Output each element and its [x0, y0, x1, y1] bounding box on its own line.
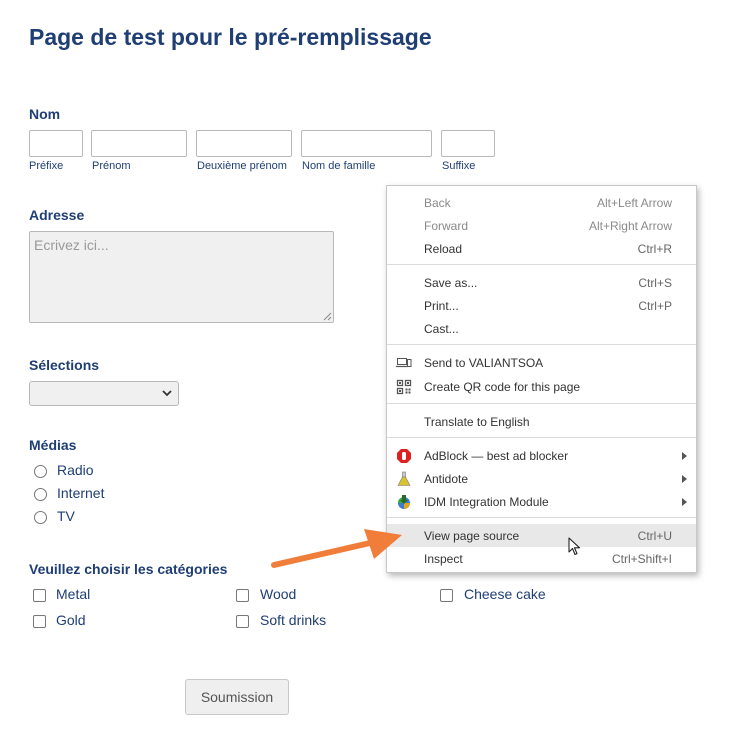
checkbox-gold[interactable]: [33, 615, 46, 628]
menu-item-view-page-source[interactable]: View page source Ctrl+U: [387, 524, 696, 547]
menu-item-shortcut: Alt+Right Arrow: [588, 219, 672, 233]
radio-button-internet[interactable]: [34, 488, 47, 501]
radio-button-radio[interactable]: [34, 465, 47, 478]
submenu-arrow-icon: [682, 452, 687, 460]
menu-item-shortcut: Ctrl+R: [637, 242, 672, 256]
first-name-label: Prénom: [92, 160, 131, 172]
menu-item-label: Inspect: [424, 552, 463, 566]
menu-item-translate[interactable]: Translate to English: [387, 410, 696, 433]
menu-item-label: Back: [424, 196, 451, 210]
prefix-input[interactable]: [29, 130, 83, 157]
checkbox-label-metal: Metal: [56, 586, 91, 602]
checkbox-label-gold: Gold: [56, 612, 86, 628]
adblock-icon: [397, 449, 411, 463]
idm-icon: [398, 495, 410, 509]
suffix-label: Suffixe: [442, 160, 476, 172]
submenu-arrow-icon: [682, 498, 687, 506]
menu-item-label: Print...: [424, 299, 459, 313]
address-textarea[interactable]: [29, 231, 334, 323]
menu-item-label: Reload: [424, 242, 463, 256]
suffix-input[interactable]: [441, 130, 495, 157]
menu-item-label: Send to VALIANTSOA: [424, 356, 544, 370]
radio-label-internet: Internet: [57, 485, 105, 501]
middle-name-input[interactable]: [196, 130, 292, 157]
menu-item-forward[interactable]: Forward Alt+Right Arrow: [387, 214, 696, 237]
menu-separator: [387, 403, 696, 404]
menu-separator: [387, 437, 696, 438]
menu-item-label: Save as...: [424, 276, 478, 290]
menu-item-send-to-device[interactable]: Send to VALIANTSOA: [387, 351, 696, 374]
menu-item-back[interactable]: Back Alt+Left Arrow: [387, 191, 696, 214]
menu-item-idm[interactable]: IDM Integration Module: [387, 490, 696, 513]
selections-section-label: Sélections: [29, 357, 100, 373]
checkbox-wood[interactable]: [236, 589, 249, 602]
menu-item-shortcut: Alt+Left Arrow: [596, 196, 672, 210]
menu-item-print[interactable]: Print... Ctrl+P: [387, 294, 696, 317]
menu-item-save-as[interactable]: Save as... Ctrl+S: [387, 271, 696, 294]
menu-item-label: Forward: [424, 219, 469, 233]
menu-item-cast[interactable]: Cast...: [387, 317, 696, 340]
checkbox-label-cheese-cake: Cheese cake: [464, 586, 546, 602]
menu-item-label: Antidote: [424, 472, 469, 486]
name-section-label: Nom: [29, 106, 61, 122]
checkbox-metal[interactable]: [33, 589, 46, 602]
laptop-phone-icon: [396, 358, 412, 368]
context-menu: Back Alt+Left Arrow Forward Alt+Right Ar…: [386, 185, 697, 573]
menu-separator: [387, 344, 696, 345]
antidote-flask-icon: [397, 471, 411, 486]
page-title: Page de test pour le pré-remplissage: [29, 24, 432, 50]
radio-label-radio: Radio: [57, 462, 94, 478]
menu-item-create-qr-code[interactable]: Create QR code for this page: [387, 375, 696, 398]
categories-section-label: Veuillez choisir les catégories: [29, 561, 228, 577]
middle-name-label: Deuxième prénom: [197, 160, 287, 172]
menu-item-adblock[interactable]: AdBlock — best ad blocker: [387, 444, 696, 467]
radio-button-tv[interactable]: [34, 511, 47, 524]
menu-item-label: Create QR code for this page: [424, 380, 581, 394]
menu-separator: [387, 264, 696, 265]
qr-code-icon: [396, 379, 412, 395]
menu-separator: [387, 517, 696, 518]
menu-item-antidote[interactable]: Antidote: [387, 467, 696, 490]
annotation-arrow-icon: [271, 529, 402, 568]
menu-item-reload[interactable]: Reload Ctrl+R: [387, 237, 696, 260]
submit-button[interactable]: Soumission: [185, 679, 289, 715]
menu-item-shortcut: Ctrl+U: [637, 529, 672, 543]
checkbox-label-wood: Wood: [260, 586, 297, 602]
menu-item-label: IDM Integration Module: [424, 495, 549, 509]
menu-item-label: View page source: [424, 529, 520, 543]
selections-dropdown[interactable]: [29, 381, 179, 406]
menu-item-label: AdBlock — best ad blocker: [424, 449, 569, 463]
resize-grip-icon[interactable]: [322, 311, 332, 321]
address-section-label: Adresse: [29, 207, 85, 223]
first-name-input[interactable]: [91, 130, 187, 157]
submenu-arrow-icon: [682, 475, 687, 483]
media-section-label: Médias: [29, 437, 77, 453]
menu-item-inspect[interactable]: Inspect Ctrl+Shift+I: [387, 547, 696, 570]
menu-item-label: Translate to English: [424, 415, 530, 429]
radio-label-tv: TV: [57, 508, 75, 524]
last-name-label: Nom de famille: [302, 160, 376, 172]
mouse-cursor-icon: [568, 537, 581, 556]
menu-item-shortcut: Ctrl+S: [638, 276, 672, 290]
chevron-down-icon: [162, 390, 172, 397]
checkbox-label-soft-drinks: Soft drinks: [260, 612, 327, 628]
prefix-label: Préfixe: [29, 160, 64, 172]
menu-item-shortcut: Ctrl+P: [638, 299, 672, 313]
menu-item-label: Cast...: [424, 322, 459, 336]
checkbox-soft-drinks[interactable]: [236, 615, 249, 628]
last-name-input[interactable]: [301, 130, 432, 157]
menu-item-shortcut: Ctrl+Shift+I: [611, 552, 672, 566]
checkbox-cheese-cake[interactable]: [440, 589, 453, 602]
